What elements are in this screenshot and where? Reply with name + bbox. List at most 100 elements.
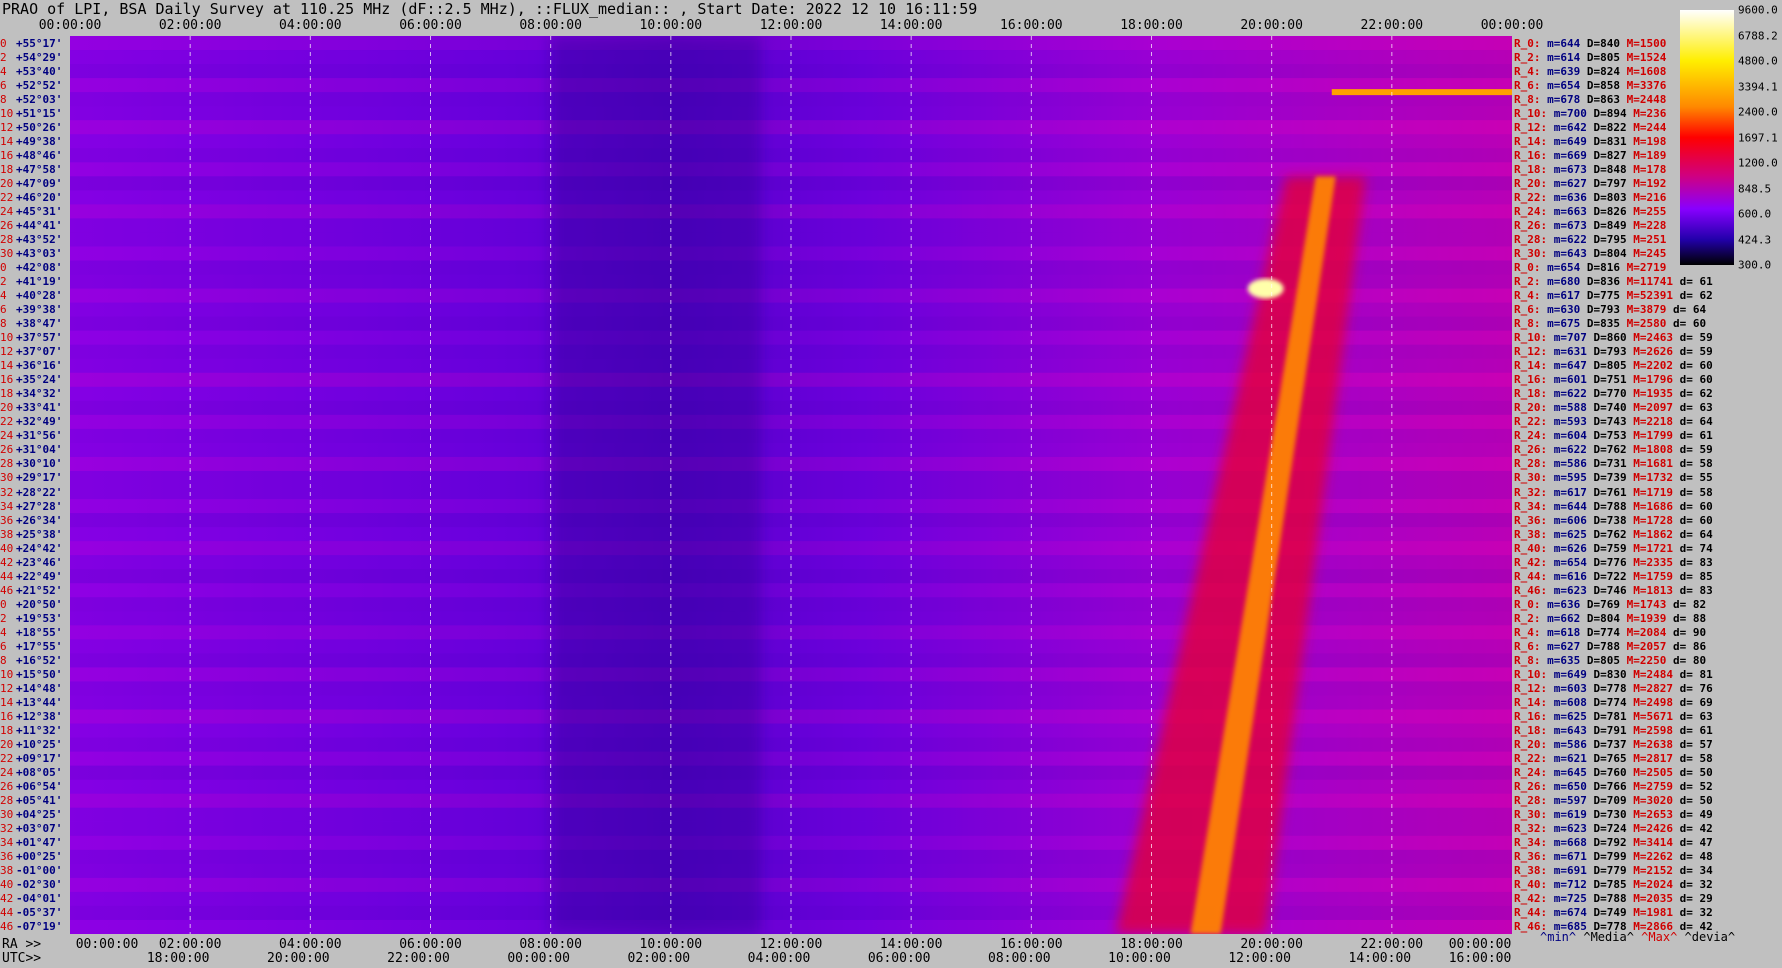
declination-value: -07°19' <box>16 920 63 934</box>
top-tick-label: 00:00:00 <box>1480 18 1544 33</box>
row-stat: R_4: m=639 D=824 M=1608 <box>1514 66 1666 77</box>
declination-value: +51°15' <box>16 106 63 120</box>
declination-value: +41°19' <box>16 275 63 289</box>
stat-min: m=654 <box>1547 78 1587 92</box>
stat-max: M=189 <box>1633 148 1667 162</box>
stat-median: D=826 <box>1593 204 1634 218</box>
stat-row-id: R_6: <box>1514 639 1548 653</box>
row-index: 16 <box>0 373 14 387</box>
declination-row-label: 10 +15°50' <box>0 669 62 680</box>
row-stat: R_16: m=601 D=751 M=1796 d= 60 <box>1514 374 1713 385</box>
declination-value: +20°50' <box>16 597 63 611</box>
stat-median: D=770 <box>1593 387 1634 401</box>
declination-value: +01°47' <box>16 836 63 850</box>
row-stat: R_0: m=644 D=840 M=1500 <box>1514 38 1666 49</box>
stat-max: M=216 <box>1633 190 1667 204</box>
ra-tick-label: 00:00:00 <box>75 937 139 952</box>
declination-value: +38°47' <box>16 317 63 331</box>
row-index: 10 <box>0 106 14 120</box>
stat-median: D=849 <box>1593 218 1634 232</box>
stat-row-id: R_42: <box>1514 892 1554 906</box>
stat-max: M=1500 <box>1626 36 1667 50</box>
stat-median: D=805 <box>1593 359 1634 373</box>
stat-min: m=601 <box>1553 373 1594 387</box>
declination-row-label: 10 +51°15' <box>0 108 62 119</box>
row-index: 40 <box>0 878 14 892</box>
top-tick-label: 08:00:00 <box>519 18 582 33</box>
stat-dev: d= 29 <box>1679 892 1713 906</box>
row-index: 12 <box>0 345 14 359</box>
declination-row-label: 4 +40°28' <box>0 290 62 301</box>
top-tick-label: 16:00:00 <box>1000 18 1063 33</box>
ra-axis-label: RA >> <box>2 937 42 952</box>
declination-row-label: 24 +31°56' <box>0 430 62 441</box>
row-index: 4 <box>0 625 7 639</box>
stat-median: D=740 <box>1593 401 1634 415</box>
stat-row-id: R_8: <box>1514 317 1548 331</box>
stat-min: m=650 <box>1553 780 1594 794</box>
stat-dev: d= 85 <box>1679 569 1713 583</box>
stat-median: D=788 <box>1593 892 1634 906</box>
stat-min: m=662 <box>1547 611 1587 625</box>
stat-max: M=3020 <box>1633 794 1680 808</box>
top-tick-label: 00:00:00 <box>38 18 102 33</box>
top-tick-label: 06:00:00 <box>399 18 462 33</box>
declination-value: +29°17' <box>16 471 63 485</box>
stat-row-id: R_28: <box>1514 457 1554 471</box>
stat-max: M=2152 <box>1633 864 1680 878</box>
row-index: 14 <box>0 134 14 148</box>
stat-row-id: R_4: <box>1514 289 1548 303</box>
stat-row-id: R_18: <box>1514 162 1554 176</box>
stat-min: m=654 <box>1547 261 1587 275</box>
stat-max: M=2719 <box>1626 261 1667 275</box>
stat-row-id: R_10: <box>1514 106 1554 120</box>
row-stat: R_34: m=644 D=788 M=1686 d= 60 <box>1514 501 1713 512</box>
declination-row-label: 10 +37°57' <box>0 332 62 343</box>
declination-value: +50°26' <box>16 120 63 134</box>
stat-min: m=608 <box>1553 695 1594 709</box>
declination-value: -04°01' <box>16 892 63 906</box>
ra-tick-label: 14:00:00 <box>879 937 943 952</box>
stat-median: D=805 <box>1586 653 1627 667</box>
colorbar-tick-label: 848.5 <box>1738 182 1772 195</box>
declination-value: +30°10' <box>16 457 63 471</box>
row-stat: R_18: m=622 D=770 M=1935 d= 62 <box>1514 388 1713 399</box>
ra-tick-label: 16:00:00 <box>1000 937 1063 952</box>
row-index: 24 <box>0 204 14 218</box>
stat-min: m=675 <box>1547 317 1587 331</box>
declination-value: +14°48' <box>16 681 63 695</box>
stat-dev: d= 64 <box>1672 303 1707 317</box>
stat-max: M=3376 <box>1626 78 1667 92</box>
colorbar-tick-label: 300.0 <box>1738 258 1772 272</box>
row-index: 46 <box>0 920 14 934</box>
row-index: 0 <box>0 597 7 611</box>
stat-dev: d= 57 <box>1679 738 1713 752</box>
top-tick-label: 20:00:00 <box>1240 18 1303 33</box>
row-index: 8 <box>0 92 7 106</box>
declination-row-label: 8 +52°03' <box>0 94 62 105</box>
stat-min: m=673 <box>1553 218 1594 232</box>
row-stat: R_6: m=630 D=793 M=3879 d= 64 <box>1514 304 1706 315</box>
stat-dev: d= 59 <box>1679 345 1713 359</box>
row-stat: R_36: m=606 D=738 M=1728 d= 60 <box>1514 515 1713 526</box>
stat-min: m=626 <box>1553 541 1594 555</box>
declination-row-label: 40 +24°42' <box>0 543 62 554</box>
declination-row-label: 42 +23°46' <box>0 557 62 568</box>
declination-row-label: 28 +43°52' <box>0 234 62 245</box>
stat-dev: d= 60 <box>1672 317 1707 331</box>
stat-max: M=1935 <box>1633 387 1680 401</box>
declination-row-label: 38 +25°38' <box>0 529 62 540</box>
declination-row-label: 2 +19°53' <box>0 613 62 624</box>
legend-min: ^min^ <box>1540 930 1577 944</box>
row-stat: R_38: m=691 D=779 M=2152 d= 34 <box>1514 865 1713 876</box>
row-stat: R_28: m=586 D=731 M=1681 d= 58 <box>1514 458 1713 469</box>
stat-median: D=753 <box>1593 429 1634 443</box>
stat-median: D=797 <box>1593 176 1634 190</box>
stat-dev: d= 80 <box>1672 653 1707 667</box>
stat-min: m=588 <box>1553 401 1594 415</box>
stat-max: M=2505 <box>1633 766 1680 780</box>
utc-tick-label: 16:00:00 <box>1448 951 1512 966</box>
stat-dev: d= 63 <box>1679 710 1713 724</box>
row-stat: R_26: m=650 D=766 M=2759 d= 52 <box>1514 781 1713 792</box>
row-stat: R_14: m=649 D=831 M=198 <box>1514 136 1666 147</box>
